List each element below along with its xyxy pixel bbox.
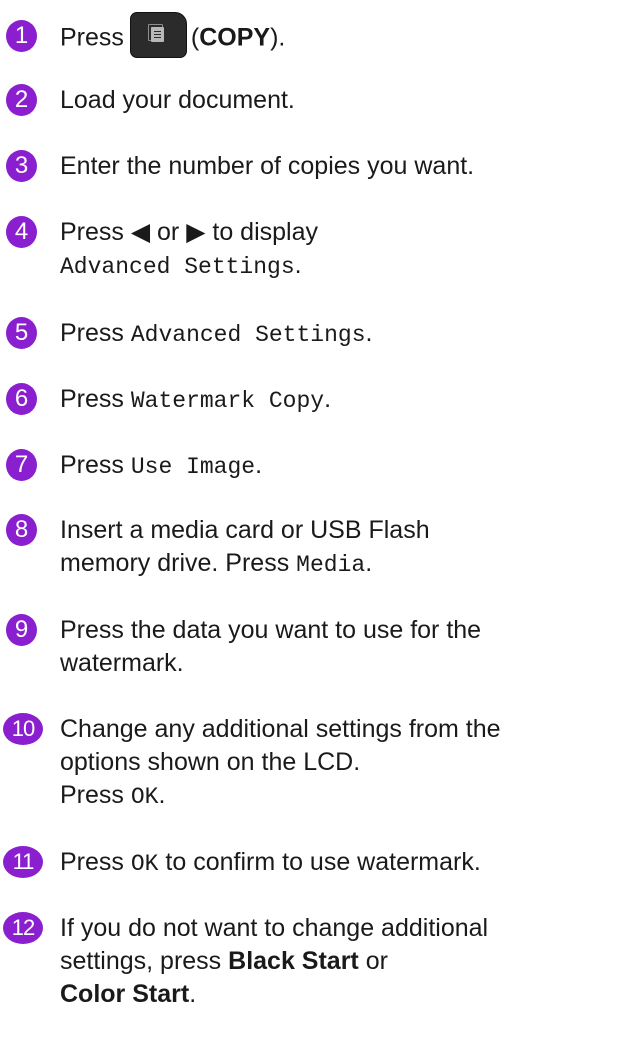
black-start-label: Black Start	[228, 947, 359, 975]
step-text-part: to confirm to use watermark.	[165, 848, 481, 876]
period: .	[255, 451, 263, 479]
period: .	[365, 549, 373, 577]
lcd-label: Advanced Settings	[60, 254, 295, 280]
copy-label: COPY	[199, 23, 271, 52]
step-text: Change any additional settings from the …	[60, 713, 613, 814]
step-text: Press (COPY).	[60, 12, 613, 58]
period: .	[158, 781, 166, 809]
lcd-label: OK	[130, 851, 159, 877]
step-text-line: Press the data you want to use for the	[60, 616, 482, 644]
step-number: 6	[6, 383, 37, 415]
step-number: 5	[6, 317, 37, 349]
step-text: Press Use Image.	[60, 449, 613, 484]
step-text-part: or	[365, 947, 388, 975]
period: .	[324, 385, 332, 413]
step-text-part: memory drive. Press	[60, 549, 290, 577]
step-text: Press the data you want to use for the w…	[60, 614, 613, 680]
step-text-line: Change any additional settings from the	[60, 715, 501, 743]
step-number: 12	[3, 912, 43, 944]
step-text-line: Insert a media card or USB Flash	[60, 516, 430, 544]
step-text-part: Press	[60, 781, 124, 809]
step-text: If you do not want to change additional …	[60, 912, 613, 1011]
document-glyph	[150, 27, 164, 42]
step-number: 8	[6, 514, 37, 546]
step-text-part: Press	[60, 848, 124, 876]
step-number: 4	[6, 216, 37, 248]
step-text-line: Press ◀ or ▶ to display	[60, 218, 318, 246]
step-number: 10	[3, 713, 43, 745]
step-text-part: Press	[60, 451, 124, 479]
step-number: 1	[6, 20, 37, 52]
paren-close: ).	[270, 23, 286, 52]
step-number: 7	[6, 449, 37, 481]
lcd-label: OK	[130, 784, 159, 810]
copy-button-icon[interactable]	[129, 12, 187, 58]
step-text-line: watermark.	[60, 649, 184, 677]
step-text-part: Press	[60, 319, 124, 347]
step-number: 3	[6, 150, 37, 182]
period: .	[365, 319, 373, 347]
step-text: Press ◀ or ▶ to display Advanced Setting…	[60, 216, 613, 284]
step-number: 9	[6, 614, 37, 646]
period: .	[294, 251, 302, 279]
step-number: 11	[3, 846, 43, 878]
step-text-part: Press	[60, 23, 124, 52]
step-text: Enter the number of copies you want.	[60, 152, 475, 180]
lcd-label: Use Image	[130, 454, 256, 480]
lcd-label: Media	[296, 552, 366, 578]
color-start-label: Color Start	[60, 980, 190, 1008]
step-number: 2	[6, 84, 37, 116]
lcd-label: Watermark Copy	[130, 388, 325, 414]
step-text-line: options shown on the LCD.	[60, 748, 361, 776]
step-text: Load your document.	[60, 86, 295, 114]
step-text-part: settings, press	[60, 947, 222, 975]
paren-open: (	[190, 23, 200, 52]
step-text: Press OK to confirm to use watermark.	[60, 846, 613, 881]
period: .	[189, 980, 197, 1008]
lcd-label: Advanced Settings	[130, 322, 366, 348]
step-text-line: If you do not want to change additional	[60, 914, 489, 942]
step-text: Press Watermark Copy.	[60, 383, 613, 418]
step-text-part: Press	[60, 385, 124, 413]
step-text: Insert a media card or USB Flash memory …	[60, 514, 613, 582]
step-text: Press Advanced Settings.	[60, 317, 613, 352]
